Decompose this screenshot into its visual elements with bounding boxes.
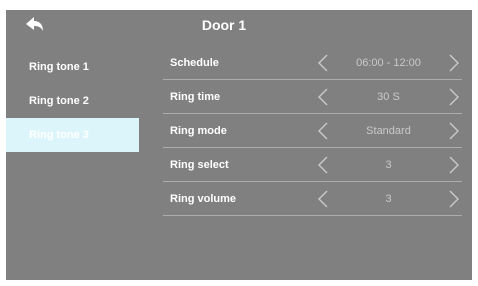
sidebar-item-ring-tone-2[interactable]: Ring tone 2 [6,84,139,118]
chevron-left-icon[interactable] [313,188,335,210]
setting-value: Standard [366,125,411,137]
sidebar-item-ring-tone-3[interactable]: Ring tone 3 [6,118,139,152]
sidebar: Ring tone 1 Ring tone 2 Ring tone 3 [6,50,139,152]
setting-label: Schedule [170,57,219,69]
setting-value: 3 [385,159,392,171]
chevron-left-icon[interactable] [313,154,335,176]
chevron-left-icon[interactable] [313,120,335,142]
setting-value: 06:00 - 12:00 [356,57,421,69]
setting-label: Ring mode [170,125,227,137]
setting-row-ring-select: Ring select 3 [163,149,462,182]
chevron-right-icon[interactable] [442,154,464,176]
chevron-right-icon[interactable] [442,86,464,108]
setting-row-ring-mode: Ring mode Standard [163,115,462,148]
chevron-right-icon[interactable] [442,188,464,210]
chevron-left-icon[interactable] [313,52,335,74]
chevron-right-icon[interactable] [442,52,464,74]
settings-list: Schedule 06:00 - 12:00 Ring time 30 S Ri… [163,47,462,217]
setting-row-ring-volume: Ring volume 3 [163,183,462,216]
setting-row-ring-time: Ring time 30 S [163,81,462,114]
chevron-left-icon[interactable] [313,86,335,108]
setting-value: 3 [385,193,392,205]
door-settings-screen: Door 1 Ring tone 1 Ring tone 2 Ring tone… [6,10,472,280]
back-arrow-icon[interactable] [24,14,46,36]
setting-value: 30 S [377,91,400,103]
setting-label: Ring time [170,91,221,103]
chevron-right-icon[interactable] [442,120,464,142]
setting-label: Ring select [170,159,229,171]
setting-label: Ring volume [170,193,237,205]
page-title: Door 1 [201,17,247,33]
sidebar-item-ring-tone-1[interactable]: Ring tone 1 [6,50,139,84]
setting-row-schedule: Schedule 06:00 - 12:00 [163,47,462,80]
